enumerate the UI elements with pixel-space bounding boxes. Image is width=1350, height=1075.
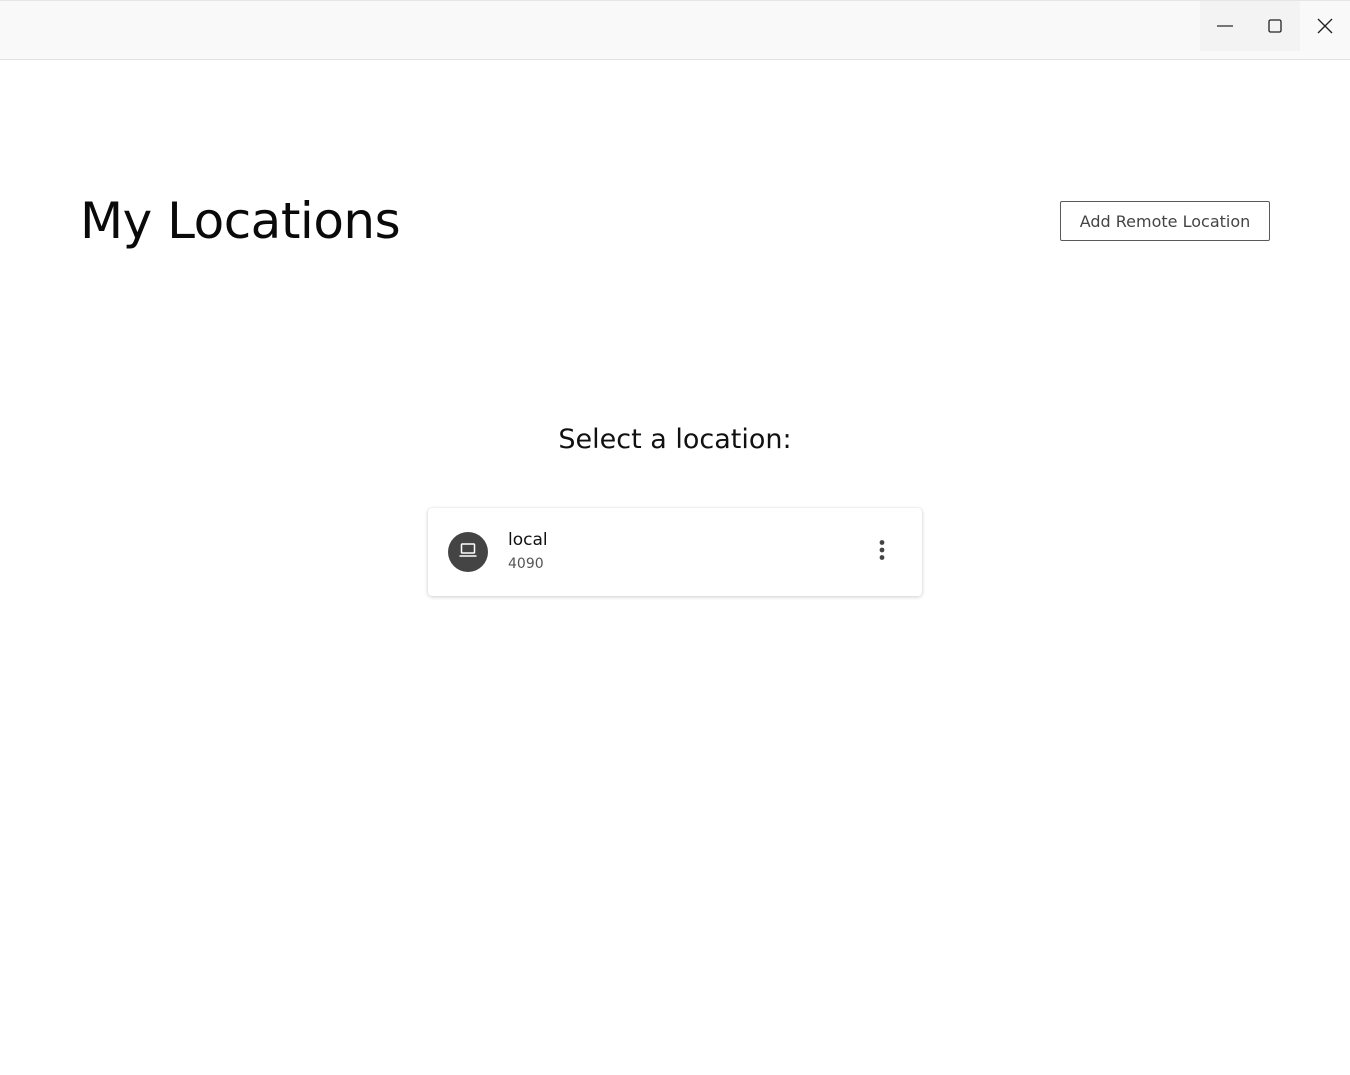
close-button[interactable]	[1300, 1, 1350, 51]
close-icon	[1316, 17, 1334, 35]
add-remote-location-button[interactable]: Add Remote Location	[1060, 201, 1270, 241]
location-menu-button[interactable]	[862, 532, 902, 572]
laptop-icon	[458, 540, 478, 564]
maximize-icon	[1267, 18, 1283, 34]
app-window: My Locations Add Remote Location Select …	[0, 0, 1350, 1075]
location-detail: 4090	[508, 556, 544, 572]
more-vertical-icon	[878, 539, 886, 565]
location-card-local[interactable]: local 4090	[428, 508, 922, 596]
minimize-icon	[1216, 17, 1234, 35]
window-controls	[1200, 1, 1350, 51]
select-location-heading: Select a location:	[558, 424, 792, 455]
page-title: My Locations	[80, 192, 401, 250]
minimize-button[interactable]	[1200, 1, 1250, 51]
title-bar[interactable]	[0, 0, 1350, 60]
maximize-button[interactable]	[1250, 1, 1300, 51]
location-avatar	[448, 532, 488, 572]
location-name: local	[508, 530, 548, 550]
